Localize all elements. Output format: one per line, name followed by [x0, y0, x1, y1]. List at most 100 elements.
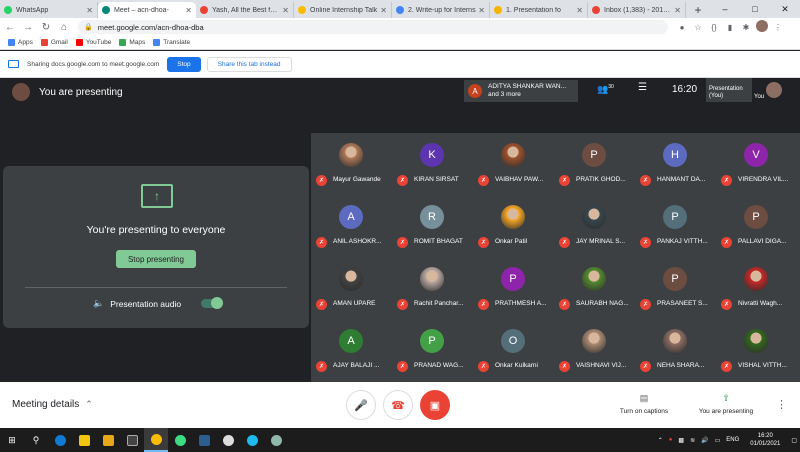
camera-indicator-icon[interactable]: ● — [674, 23, 690, 32]
participant-avatar: O — [501, 329, 525, 353]
bookmark-item[interactable]: YouTube — [75, 39, 111, 46]
participant-tile[interactable]: ✗ Onkar Patil — [473, 195, 554, 257]
app-icon[interactable] — [192, 428, 216, 452]
participant-tile[interactable]: P ✗ PRATIK GHOD... — [554, 133, 635, 195]
new-tab-icon[interactable]: + — [690, 2, 706, 18]
participant-name: PALLAVI DIGA... — [738, 238, 787, 245]
participant-tile[interactable]: R ✗ ROMIT BHAGAT — [392, 195, 473, 257]
present-now-button[interactable]: ⇧ You are presenting — [694, 393, 758, 415]
browser-tab[interactable]: 1. Presentation fo ✕ — [490, 2, 588, 18]
pinned-participants[interactable]: A ADITYA SHANKAR WAN... and 3 more — [464, 80, 578, 102]
tab-close-icon[interactable]: ✕ — [674, 6, 681, 15]
participant-tile[interactable]: ✗ Nivratti Wagh... — [716, 257, 797, 319]
bookmark-item[interactable]: Apps — [8, 39, 33, 46]
browser-tab[interactable]: Meet – acn-dhoa- ✕ — [98, 2, 196, 18]
search-icon[interactable]: ⚲ — [24, 428, 48, 452]
tab-close-icon[interactable]: ✕ — [185, 6, 192, 15]
winamp-icon[interactable] — [96, 428, 120, 452]
volume-icon[interactable]: 🔊 — [701, 437, 708, 444]
notification-icon[interactable]: ▢ — [791, 437, 797, 444]
participant-tile[interactable]: P ✗ PALLAVI DIGA... — [716, 195, 797, 257]
participant-tile[interactable]: K ✗ KIRAN SIRSAT — [392, 133, 473, 195]
terminal-icon[interactable] — [120, 428, 144, 452]
you-are-presenting-label: You are presenting — [698, 408, 754, 415]
forward-icon[interactable]: → — [20, 22, 36, 33]
participant-tile[interactable]: P ✗ PRASANEET S... — [635, 257, 716, 319]
bookmark-item[interactable]: Maps — [119, 39, 145, 46]
battery-icon[interactable]: ▭ — [715, 437, 721, 444]
more-options-icon[interactable]: ⋮ — [776, 398, 787, 411]
profile-avatar[interactable] — [754, 20, 770, 34]
tab-close-icon[interactable]: ✕ — [380, 6, 387, 15]
network-icon[interactable]: ▩ — [678, 437, 684, 444]
extensions-icon[interactable]: ✱ — [738, 23, 754, 32]
language-indicator[interactable]: ENG — [726, 437, 739, 443]
presentation-self-tile[interactable]: Presentation (You) — [706, 78, 752, 102]
security-icon[interactable]: ● — [669, 437, 673, 443]
wifi-icon[interactable]: ≋ — [690, 437, 695, 444]
participant-tile[interactable]: ✗ VAIBHAV PAW... — [473, 133, 554, 195]
reload-icon[interactable]: ↻ — [38, 22, 54, 33]
participant-tile[interactable]: P ✗ PRANAD WAG... — [392, 319, 473, 381]
address-bar[interactable]: 🔒 meet.google.com/acn-dhoa-dba — [78, 20, 668, 34]
browser-tab[interactable]: Inbox (1,383) - 2018bt ✕ — [588, 2, 686, 18]
android-studio-icon[interactable] — [168, 428, 192, 452]
home-icon[interactable]: ⌂ — [56, 22, 72, 33]
browser-tab[interactable]: Yash, All the Best for Y ✕ — [196, 2, 294, 18]
chevron-up-tray-icon[interactable]: ⌃ — [658, 437, 663, 444]
file-explorer-icon[interactable] — [72, 428, 96, 452]
chat-icon[interactable]: ☰ — [638, 82, 647, 93]
tab-close-icon[interactable]: ✕ — [282, 6, 289, 15]
participant-tile[interactable]: ✗ NEHA SHARA... — [635, 319, 716, 381]
back-icon[interactable]: ← — [2, 22, 18, 33]
bookmark-item[interactable]: Translate — [153, 39, 190, 46]
leave-call-button[interactable]: ☎ — [383, 390, 413, 420]
bookmark-item[interactable]: Gmail — [40, 39, 68, 46]
chrome-icon[interactable] — [144, 428, 168, 452]
people-button[interactable]: 👥30 — [597, 84, 614, 95]
share-this-tab-button[interactable]: Share this tab instead — [206, 56, 292, 72]
participant-tile[interactable]: A ✗ AJAY BALAJI ... — [311, 319, 392, 381]
microphone-button[interactable]: 🎤 — [346, 390, 376, 420]
meeting-details-button[interactable]: Meeting details ⌃ — [12, 399, 93, 410]
participant-tile[interactable]: P ✗ PRATHMESH A... — [473, 257, 554, 319]
tab-close-icon[interactable]: ✕ — [576, 6, 583, 15]
stop-presenting-button[interactable]: Stop presenting — [116, 250, 196, 268]
participant-tile[interactable]: ✗ AMAN UPARE — [311, 257, 392, 319]
windows-start-icon[interactable]: ⊞ — [0, 428, 24, 452]
participant-tile[interactable]: ✗ VAISHNAVI VIJ... — [554, 319, 635, 381]
obs-icon[interactable] — [216, 428, 240, 452]
close-window-icon[interactable]: ✕ — [770, 0, 800, 18]
stop-sharing-button[interactable]: Stop — [167, 56, 201, 72]
mic-muted-icon: ✗ — [478, 175, 489, 186]
participant-tile[interactable]: V ✗ VIRENDRA VIL... — [716, 133, 797, 195]
participant-tile[interactable]: P ✗ PANKAJ VITTH... — [635, 195, 716, 257]
captions-button[interactable]: ▤ Turn on captions — [614, 393, 674, 415]
tab-close-icon[interactable]: ✕ — [478, 6, 485, 15]
participant-tile[interactable]: ✗ VISHAL VITTH... — [716, 319, 797, 381]
participant-tile[interactable]: ✗ JAY MRINAL S... — [554, 195, 635, 257]
participant-tile[interactable]: ✗ SAURABH NAG... — [554, 257, 635, 319]
self-video-tile[interactable]: You — [752, 78, 800, 102]
bookmark-star-icon[interactable]: ☆ — [690, 23, 706, 32]
participant-tile[interactable]: ✗ Rachit Panchar... — [392, 257, 473, 319]
maximize-icon[interactable]: □ — [740, 0, 770, 18]
participant-tile[interactable]: A ✗ ANIL ASHOKR... — [311, 195, 392, 257]
snipping-tool-icon[interactable] — [264, 428, 288, 452]
code-icon[interactable]: {} — [706, 23, 722, 32]
tab-close-icon[interactable]: ✕ — [86, 6, 93, 15]
participant-tile[interactable]: O ✗ Onkar Kulkarni — [473, 319, 554, 381]
menu-kebab-icon[interactable]: ⋮ — [770, 23, 786, 32]
internet-explorer-icon[interactable] — [240, 428, 264, 452]
camera-off-button[interactable]: ▣ — [420, 390, 450, 420]
minimize-icon[interactable]: – — [710, 0, 740, 18]
browser-tab[interactable]: Online Internship Talk ✕ — [294, 2, 392, 18]
participant-tile[interactable]: H ✗ HANMANT DA... — [635, 133, 716, 195]
presentation-audio-toggle[interactable] — [201, 297, 223, 309]
participant-tile[interactable]: ✗ Mayur Gawande — [311, 133, 392, 195]
browser-tab[interactable]: WhatsApp ✕ — [0, 2, 98, 18]
taskbar-clock[interactable]: 16:20 01/01/2021 — [750, 432, 780, 448]
browser-tab[interactable]: 2. Write-up for Interns ✕ — [392, 2, 490, 18]
edge-icon[interactable] — [48, 428, 72, 452]
stats-icon[interactable]: ▮ — [722, 23, 738, 32]
